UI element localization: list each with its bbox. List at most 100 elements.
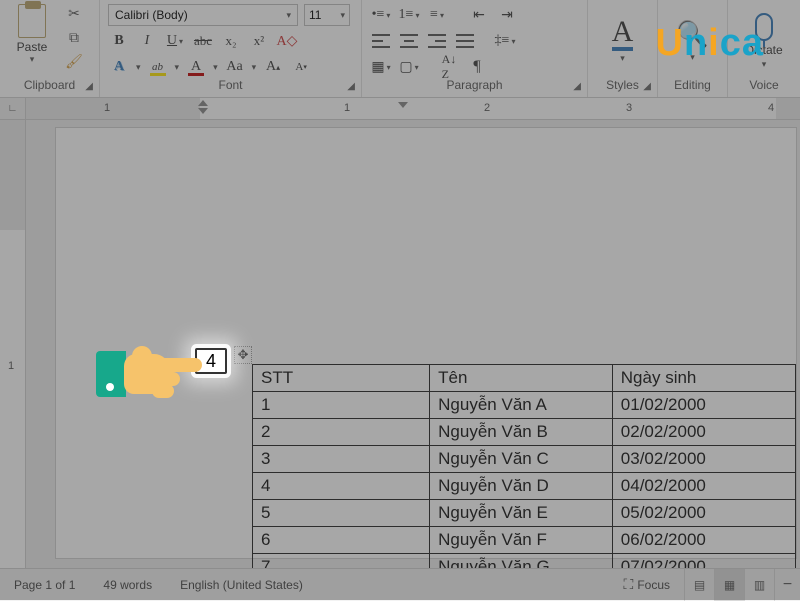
group-font: Calibri (Body)▾ 11▾ B I U▾ abc x₂ x² A◇ … <box>100 0 362 97</box>
italic-button[interactable]: I <box>136 30 158 52</box>
cell[interactable]: 02/02/2000 <box>612 419 795 446</box>
font-size-combo[interactable]: 11▾ <box>304 4 350 26</box>
multilevel-button[interactable]: ≡▾ <box>426 4 448 26</box>
highlighted-value: 4 <box>206 351 216 372</box>
vertical-ruler[interactable]: 1 <box>0 120 26 568</box>
sort-button[interactable]: A↓Z <box>438 56 460 78</box>
subscript-button[interactable]: x₂ <box>220 30 242 52</box>
dialog-launcher-icon[interactable]: ◢ <box>347 81 355 92</box>
cell[interactable]: 05/02/2000 <box>612 500 795 527</box>
status-page[interactable]: Page 1 of 1 <box>0 578 89 592</box>
cell[interactable]: 7 <box>253 554 430 569</box>
focus-label: Focus <box>637 578 670 592</box>
increase-indent-button[interactable]: ⇥ <box>496 4 518 26</box>
strike-button[interactable]: abc <box>192 30 214 52</box>
watermark-logo: Unica <box>655 22 764 65</box>
focus-mode-button[interactable]: ⛶Focus <box>610 576 685 593</box>
vruler-tick: 1 <box>8 360 14 372</box>
bold-button[interactable]: B <box>108 30 130 52</box>
cell[interactable]: Nguyễn Văn C <box>430 446 613 473</box>
numbering-button[interactable]: 1≡▾ <box>398 4 420 26</box>
cell[interactable]: 5 <box>253 500 430 527</box>
borders-button[interactable]: ▢▾ <box>398 56 420 78</box>
cell[interactable]: 07/02/2000 <box>612 554 795 569</box>
table-move-handle[interactable]: ✥ <box>234 346 252 364</box>
page[interactable]: ✥ STT Tên Ngày sinh 1Nguyễn Văn A01/02/2… <box>56 128 796 558</box>
web-layout-button[interactable]: ▥ <box>744 569 774 601</box>
shrink-font-button[interactable]: A▾ <box>290 56 312 78</box>
chevron-down-icon: ▾ <box>213 62 218 73</box>
cell[interactable]: Nguyễn Văn F <box>430 527 613 554</box>
paste-button[interactable]: Paste ▾ <box>8 4 56 65</box>
cell[interactable]: Nguyễn Văn D <box>430 473 613 500</box>
styles-group-label: Styles <box>606 78 639 92</box>
editing-group-label: Editing <box>674 78 711 92</box>
chevron-down-icon: ▾ <box>175 62 180 73</box>
cell[interactable]: 1 <box>253 392 430 419</box>
tab-selector[interactable]: ∟ <box>0 98 26 119</box>
align-center-button[interactable] <box>398 30 420 52</box>
bullets-button[interactable]: •≡▾ <box>370 4 392 26</box>
chevron-down-icon: ▾ <box>620 53 625 64</box>
underline-button[interactable]: U▾ <box>164 30 186 52</box>
decrease-indent-button[interactable]: ⇤ <box>468 4 490 26</box>
show-marks-button[interactable]: ¶ <box>466 56 488 78</box>
styles-button[interactable]: A <box>612 18 634 51</box>
shading-button[interactable]: ▦▾ <box>370 56 392 78</box>
superscript-button[interactable]: x² <box>248 30 270 52</box>
read-mode-button[interactable]: ▤ <box>684 569 714 601</box>
format-painter-button[interactable]: 🖌 <box>64 52 84 70</box>
change-case-button[interactable]: Aa <box>224 56 246 78</box>
print-layout-button[interactable]: ▦ <box>714 569 744 601</box>
cell[interactable]: Nguyễn Văn E <box>430 500 613 527</box>
th-ngay[interactable]: Ngày sinh <box>612 365 795 392</box>
table-row: 4Nguyễn Văn D04/02/2000 <box>253 473 796 500</box>
th-ten[interactable]: Tên <box>430 365 613 392</box>
status-words[interactable]: 49 words <box>89 578 166 592</box>
underline-glyph: U <box>167 33 177 49</box>
cell[interactable]: 3 <box>253 446 430 473</box>
line-spacing-button[interactable]: ‡≡▾ <box>494 30 516 52</box>
clear-format-button[interactable]: A◇ <box>276 30 298 52</box>
right-indent-marker[interactable] <box>398 100 408 116</box>
cell[interactable]: 4 <box>253 473 430 500</box>
zoom-out-button[interactable]: − <box>774 569 800 601</box>
th-stt[interactable]: STT <box>253 365 430 392</box>
chevron-down-icon: ▾ <box>136 62 141 73</box>
clipboard-group-label: Clipboard <box>24 78 75 92</box>
font-name-combo[interactable]: Calibri (Body)▾ <box>108 4 298 26</box>
group-styles: A ▾ Styles ◢ <box>588 0 658 97</box>
justify-button[interactable] <box>454 30 476 52</box>
cell[interactable]: 2 <box>253 419 430 446</box>
cell[interactable]: 01/02/2000 <box>612 392 795 419</box>
font-color-button[interactable]: A <box>185 56 207 78</box>
cell[interactable]: 06/02/2000 <box>612 527 795 554</box>
focus-icon: ⛶ <box>624 576 634 592</box>
table-row: 1Nguyễn Văn A01/02/2000 <box>253 392 796 419</box>
chevron-down-icon: ▾ <box>30 54 35 65</box>
cut-button[interactable]: ✂ <box>64 4 84 22</box>
text-effects-button[interactable]: A <box>108 56 130 78</box>
cell[interactable]: Nguyễn Văn G <box>430 554 613 569</box>
copy-button[interactable]: ⧉ <box>64 28 84 46</box>
data-table[interactable]: STT Tên Ngày sinh 1Nguyễn Văn A01/02/200… <box>252 364 796 568</box>
dialog-launcher-icon[interactable]: ◢ <box>573 81 581 92</box>
highlight-button[interactable]: ab <box>147 56 169 78</box>
status-language[interactable]: English (United States) <box>166 578 317 592</box>
grow-font-button[interactable]: A▴ <box>262 56 284 78</box>
ruler-tick: 4 <box>768 102 774 114</box>
table-row: 5Nguyễn Văn E05/02/2000 <box>253 500 796 527</box>
dialog-launcher-icon[interactable]: ◢ <box>643 81 651 92</box>
font-size-value: 11 <box>309 8 321 22</box>
align-right-button[interactable] <box>426 30 448 52</box>
cell[interactable]: 6 <box>253 527 430 554</box>
dialog-launcher-icon[interactable]: ◢ <box>85 81 93 92</box>
cell[interactable]: 04/02/2000 <box>612 473 795 500</box>
paste-label: Paste <box>17 40 48 54</box>
left-indent-marker[interactable] <box>198 100 208 116</box>
cell[interactable]: 03/02/2000 <box>612 446 795 473</box>
cell[interactable]: Nguyễn Văn B <box>430 419 613 446</box>
align-left-button[interactable] <box>370 30 392 52</box>
horizontal-ruler[interactable]: 1 1 2 3 4 <box>26 98 800 119</box>
cell[interactable]: Nguyễn Văn A <box>430 392 613 419</box>
